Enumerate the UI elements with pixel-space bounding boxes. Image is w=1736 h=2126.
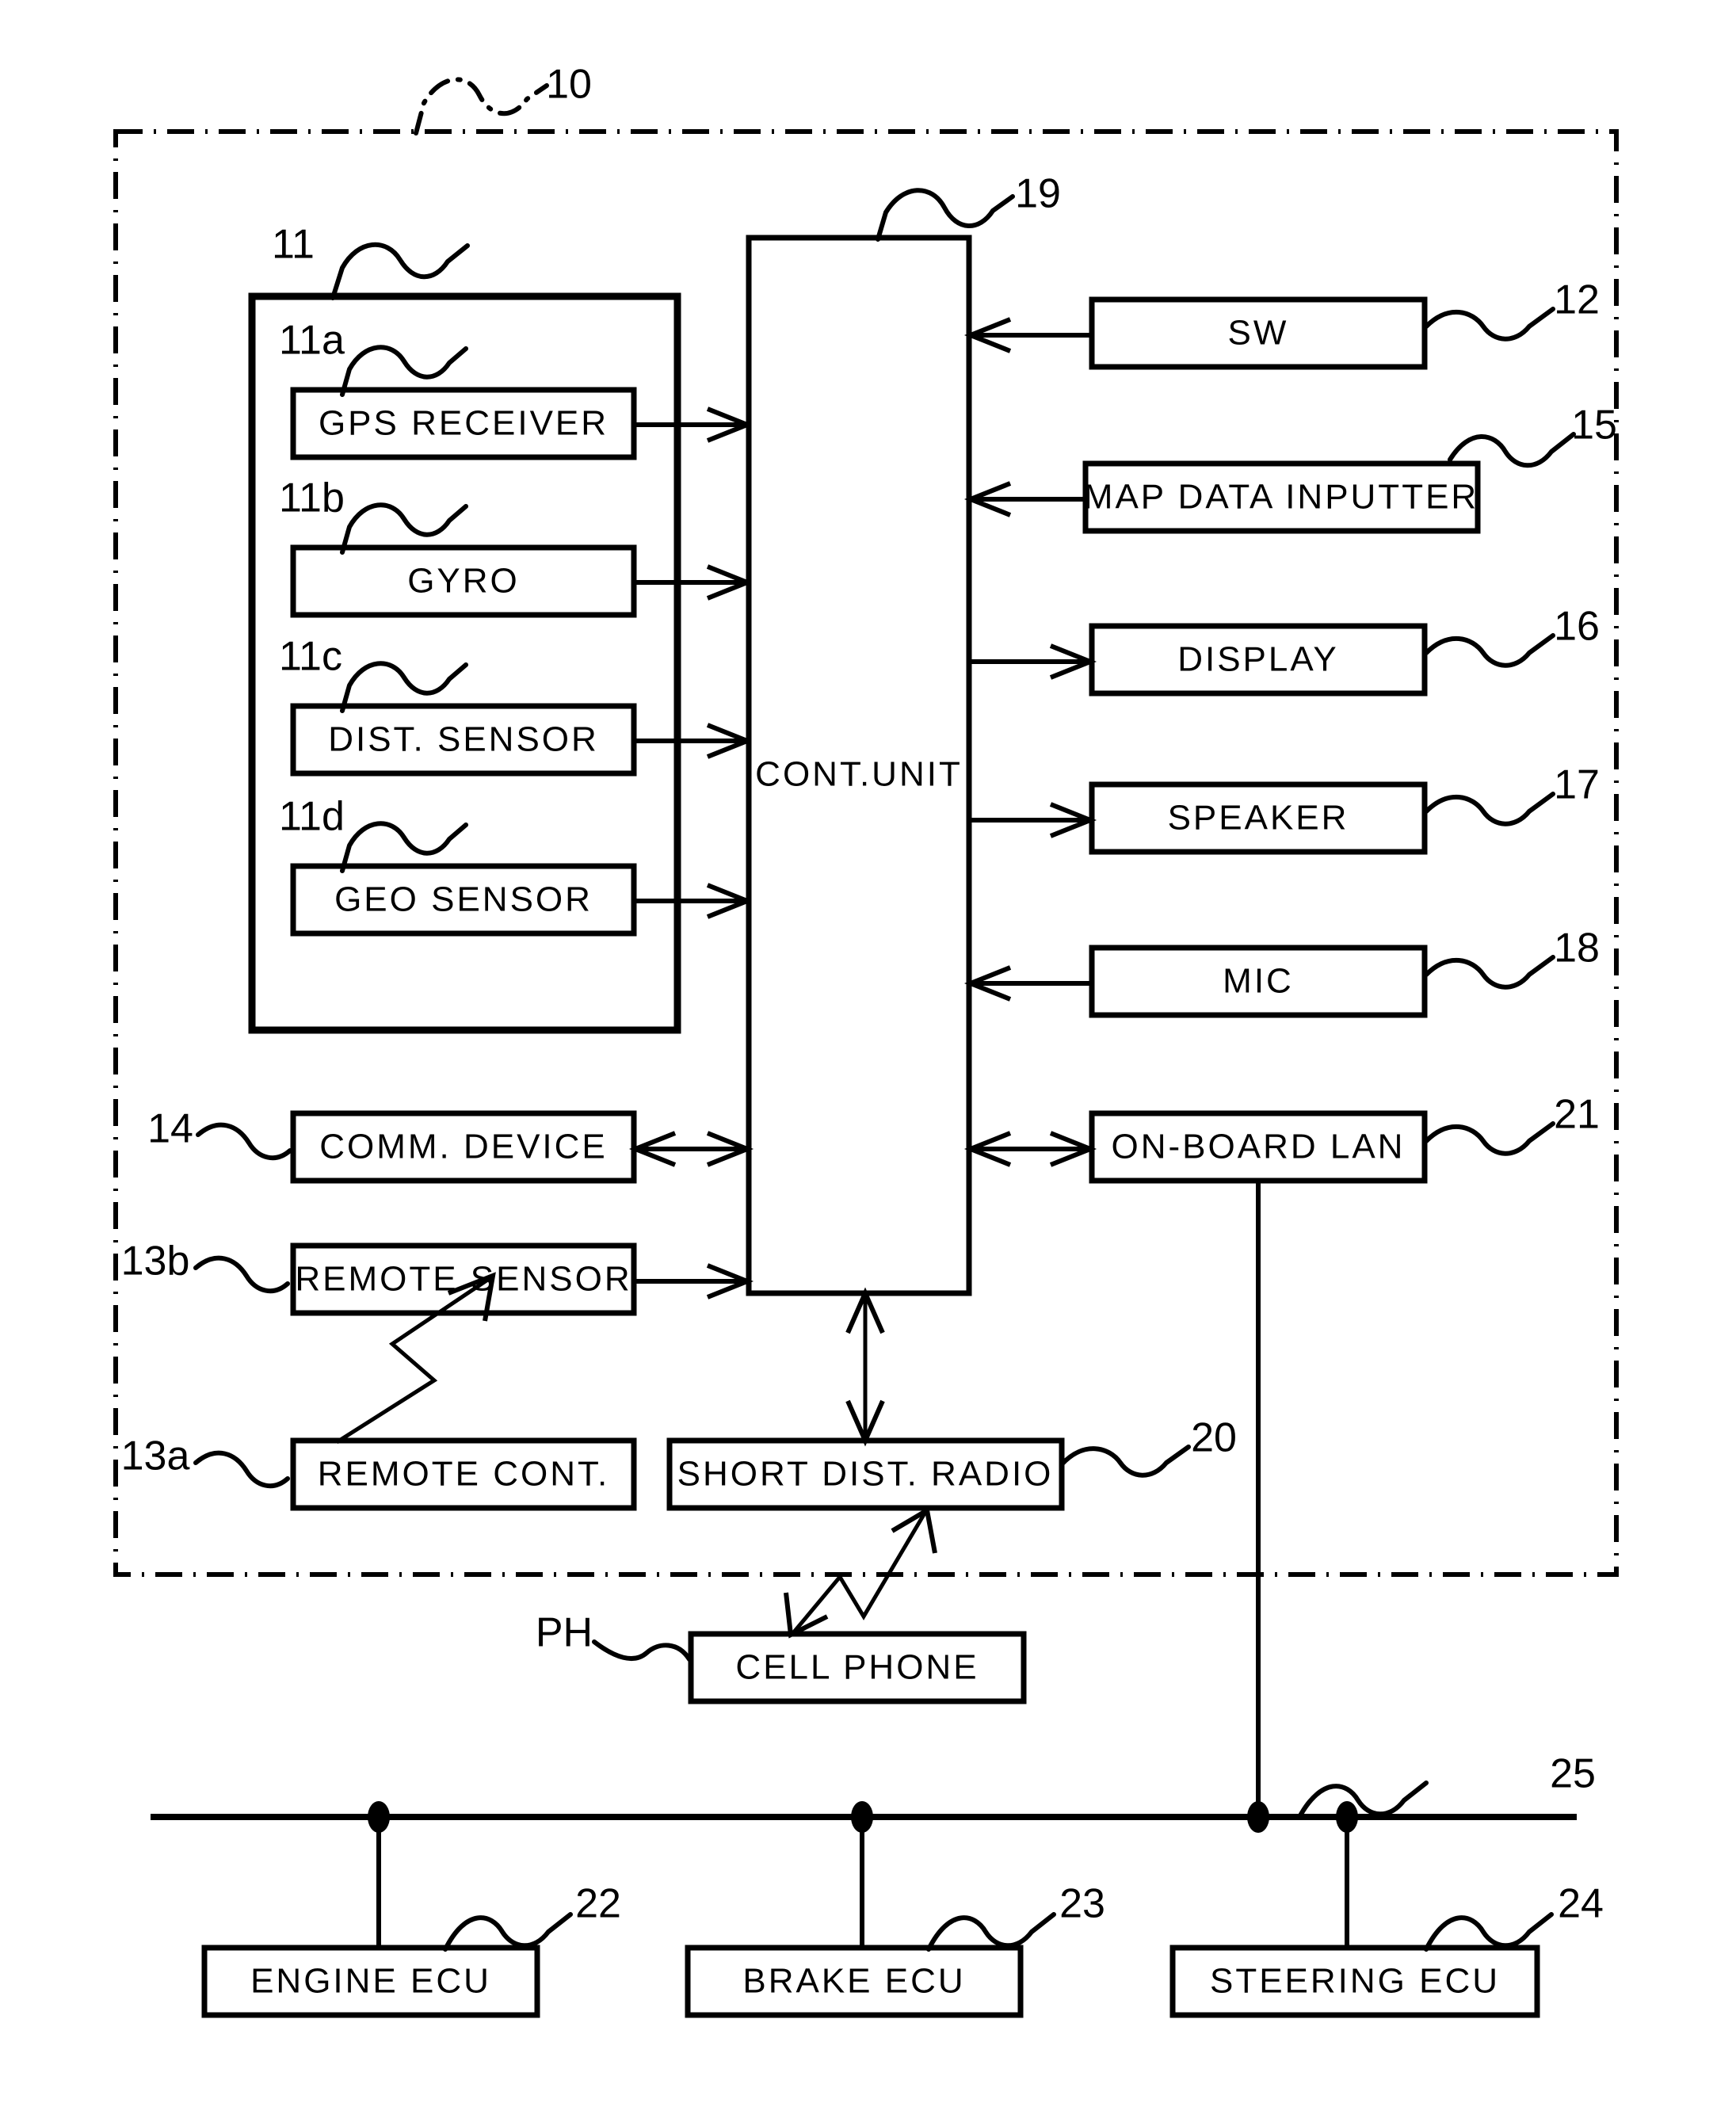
ref-17-leader xyxy=(1424,792,1555,826)
ref-13b-leader xyxy=(193,1255,290,1293)
ref-21-leader xyxy=(1424,1121,1555,1156)
block-on-board-lan-label: ON-BOARD LAN xyxy=(1112,1128,1406,1166)
block-mic-label: MIC xyxy=(1223,962,1294,1001)
block-geo-sensor-label: GEO SENSOR xyxy=(334,880,593,919)
block-gyro-label: GYRO xyxy=(407,562,520,601)
ref-number-11b: 11b xyxy=(279,475,345,521)
ref-number-23: 23 xyxy=(1059,1881,1105,1927)
block-display-label: DISPLAY xyxy=(1177,640,1339,679)
block-remote-sensor-label: REMOTE SENSOR xyxy=(295,1260,631,1299)
block-brake-ecu-label: BRAKE ECU xyxy=(742,1962,965,2001)
ref-number-20: 20 xyxy=(1191,1415,1237,1461)
ref-16-leader xyxy=(1424,633,1555,668)
ref-number-15: 15 xyxy=(1571,403,1617,448)
ref-number-25: 25 xyxy=(1550,1751,1596,1797)
block-comm-device-label: COMM. DEVICE xyxy=(319,1128,608,1166)
ref-number-12: 12 xyxy=(1554,277,1600,323)
ref-25-leader xyxy=(1297,1781,1429,1819)
ref-ph-leader xyxy=(592,1639,692,1662)
ref-11-leader xyxy=(330,242,470,300)
ref-number-16: 16 xyxy=(1554,604,1600,650)
ref-22-leader xyxy=(443,1912,573,1952)
ref-23-leader xyxy=(926,1912,1056,1952)
ref-19-leader xyxy=(876,188,1015,242)
ref-number-11c: 11c xyxy=(279,634,342,680)
block-dist-sensor-label: DIST. SENSOR xyxy=(328,720,599,759)
ref-number-13a: 13a xyxy=(121,1433,190,1479)
ref-13a-leader xyxy=(193,1450,290,1488)
ref-number-11d: 11d xyxy=(279,794,345,840)
ref-20-leader xyxy=(1059,1445,1191,1478)
block-cell-phone-label: CELL PHONE xyxy=(735,1648,979,1687)
ref-number-19: 19 xyxy=(1015,171,1061,217)
ref-number-22: 22 xyxy=(575,1881,621,1927)
bus-junction-lan xyxy=(1247,1801,1269,1833)
patent-figure-root: 10 11 GPS RECEIVER 11a GYRO 11b DIST. SE… xyxy=(0,0,1736,2126)
ref-10-leader xyxy=(414,77,549,135)
block-short-dist-radio-label: SHORT DIST. RADIO xyxy=(677,1455,1054,1494)
block-speaker-label: SPEAKER xyxy=(1168,799,1349,838)
ref-number-17: 17 xyxy=(1554,762,1600,808)
ref-number-21: 21 xyxy=(1554,1092,1600,1138)
block-sw-label: SW xyxy=(1228,314,1289,353)
block-engine-ecu-label: ENGINE ECU xyxy=(250,1962,491,2001)
ref-12-leader xyxy=(1424,307,1555,342)
ref-number-18: 18 xyxy=(1554,926,1600,971)
ref-number-11: 11 xyxy=(272,222,315,268)
block-steering-ecu-label: STEERING ECU xyxy=(1210,1962,1500,2001)
ref-24-leader xyxy=(1424,1912,1554,1952)
ref-18-leader xyxy=(1424,955,1555,990)
ref-number-11a: 11a xyxy=(279,318,345,364)
ref-number-13b: 13b xyxy=(121,1239,190,1284)
block-control-unit-label: CONT.UNIT xyxy=(755,755,963,794)
diagram-canvas: 10 11 GPS RECEIVER 11a GYRO 11b DIST. SE… xyxy=(113,62,1619,2018)
ref-number-10: 10 xyxy=(546,62,592,108)
ref-number-ph: PH xyxy=(536,1610,593,1656)
ref-15-leader xyxy=(1448,432,1576,468)
ref-number-24: 24 xyxy=(1558,1881,1604,1927)
block-remote-cont-label: REMOTE CONT. xyxy=(318,1455,609,1494)
ref-14-leader xyxy=(196,1122,292,1160)
ref-number-14: 14 xyxy=(147,1106,193,1152)
block-map-data-inputter-label: MAP DATA INPUTTER xyxy=(1084,478,1478,517)
block-gps-receiver-label: GPS RECEIVER xyxy=(319,404,609,443)
